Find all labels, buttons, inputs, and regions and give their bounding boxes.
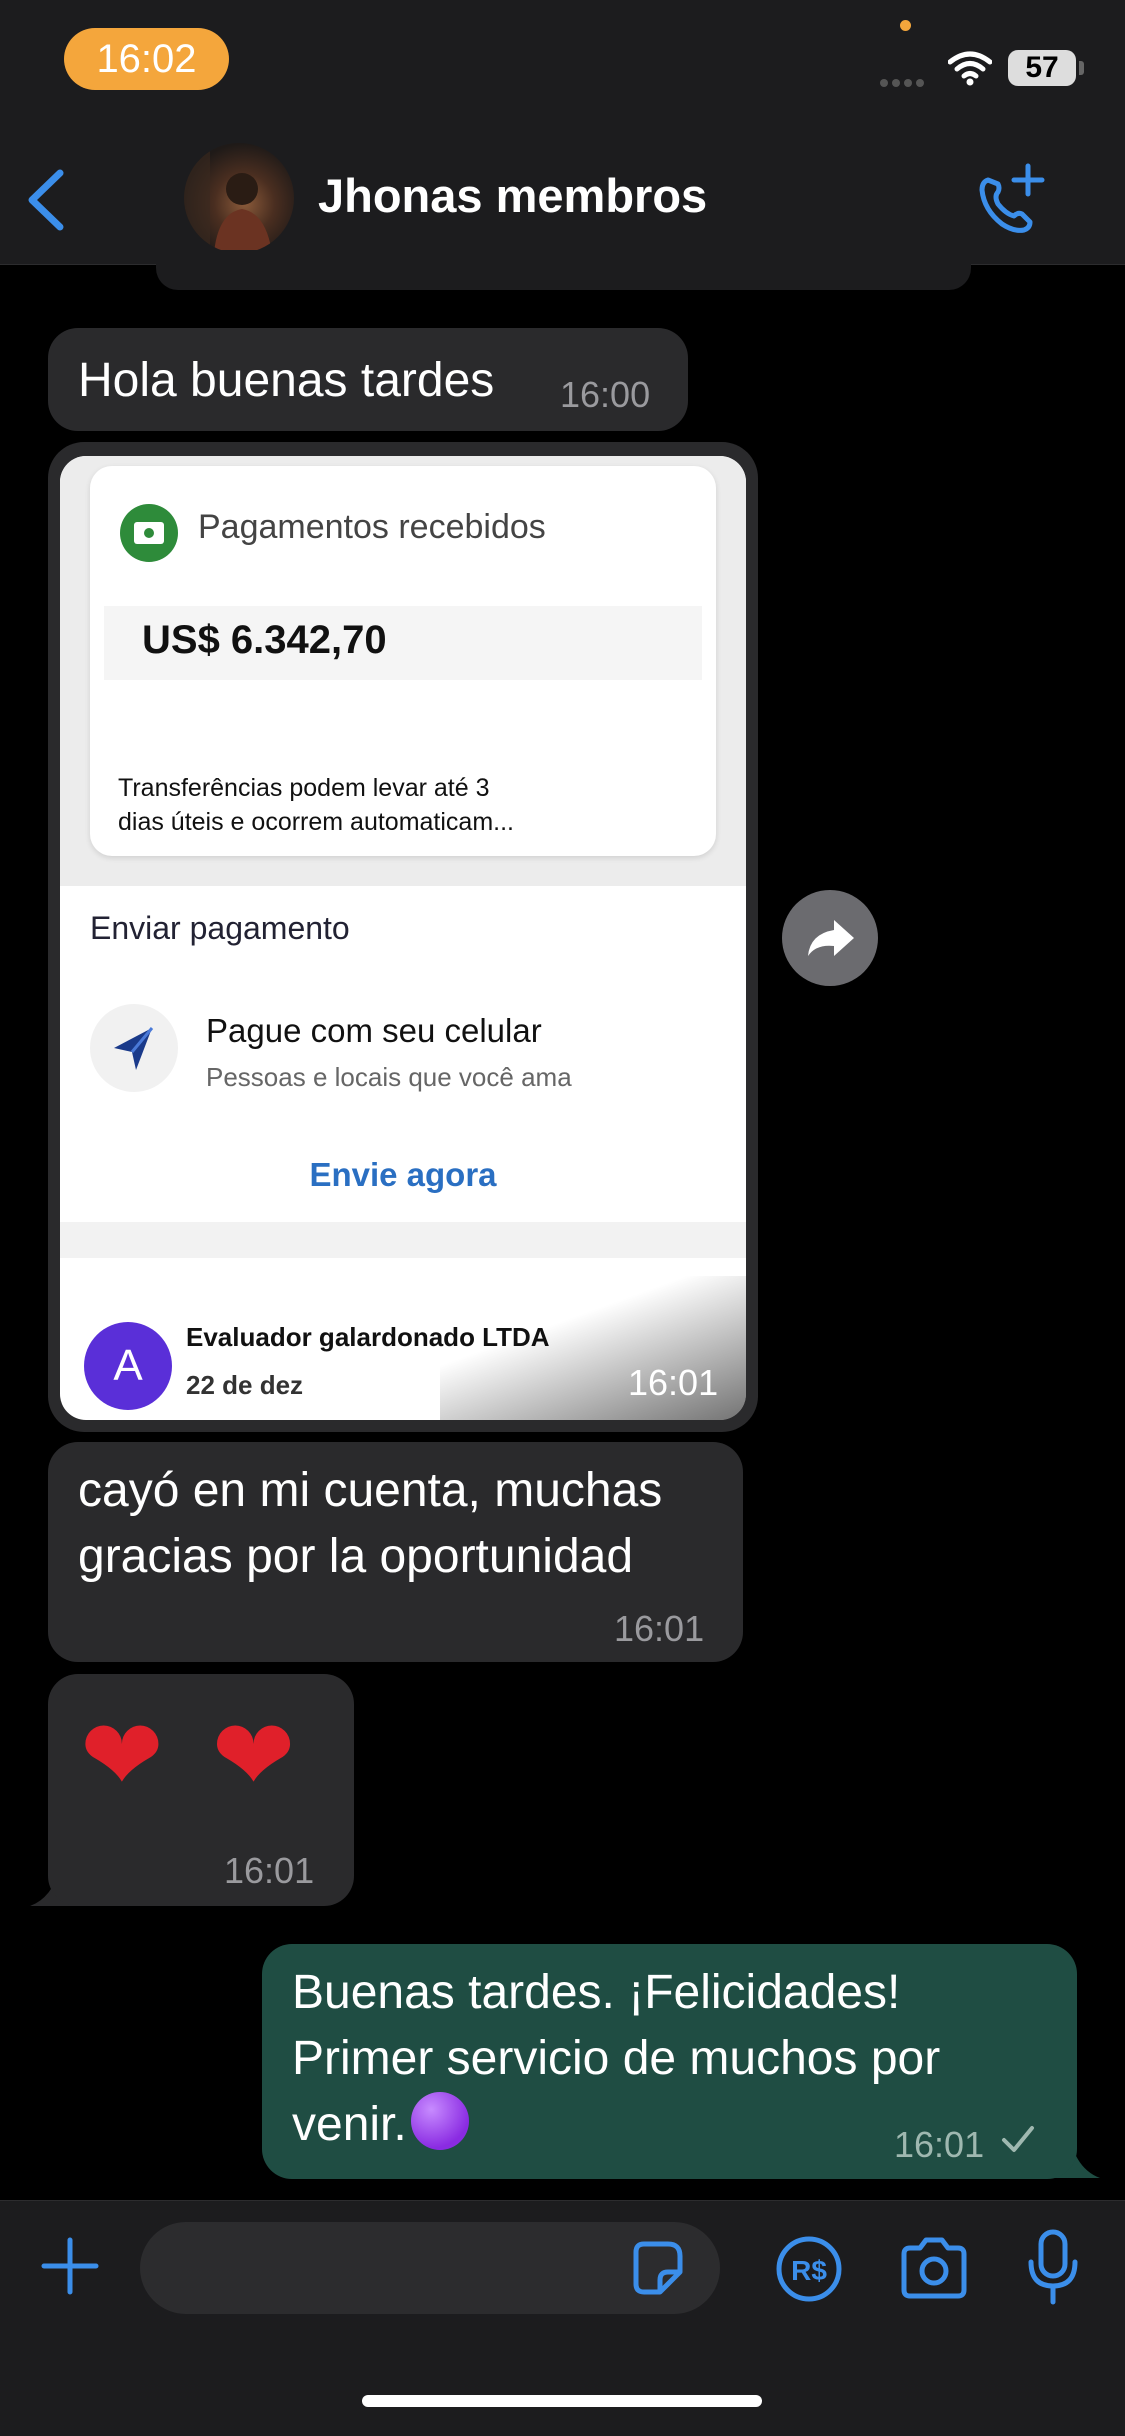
send-arrow-icon (90, 1004, 178, 1092)
received-payments-card: Pagamentos recebidos US$ 6.342,70 Transf… (90, 466, 716, 856)
plus-icon[interactable] (40, 2236, 100, 2296)
wifi-icon (948, 50, 992, 86)
add-call-button[interactable] (970, 160, 1050, 240)
privacy-indicator-dot (900, 20, 911, 31)
send-payment-title: Enviar pagamento (90, 910, 350, 946)
message-text-line: cayó en mi cuenta, muchas (78, 1464, 663, 1517)
message-text-line: Primer servicio de muchos por (292, 2032, 941, 2085)
cellular-signal-icon (880, 74, 928, 92)
card-title: Pagamentos recebidos (198, 508, 546, 546)
checkmark-icon (998, 2120, 1038, 2160)
forward-button[interactable] (782, 890, 878, 986)
message-text: Buenas tardes. ¡Felicidades! Primer serv… (292, 1960, 940, 2158)
transfer-note: Transferências podem levar até 3 dias út… (118, 771, 514, 839)
message-text-line: venir. (292, 2092, 940, 2158)
money-icon (120, 504, 178, 562)
transfer-note-line: Transferências podem levar até 3 (118, 774, 490, 802)
microphone-icon[interactable] (1026, 2228, 1080, 2308)
payment-icon[interactable]: R$ (774, 2234, 844, 2304)
message-text-line: gracias por la oportunidad (78, 1530, 634, 1583)
chat-title[interactable]: Jhonas membros (318, 168, 707, 223)
home-indicator (362, 2395, 762, 2407)
payment-screenshot-image[interactable]: Pagamentos recebidos US$ 6.342,70 Transf… (60, 456, 746, 1420)
message-text: cayó en mi cuenta, muchas gracias por la… (78, 1458, 662, 1590)
message-time: 16:01 (628, 1362, 719, 1403)
sticker-icon[interactable] (626, 2238, 686, 2298)
battery-level: 57 (1008, 50, 1076, 86)
send-now-link: Envie agora (309, 1156, 497, 1193)
pay-with-phone-subtitle: Pessoas e locais que você ama (206, 1062, 572, 1092)
transfer-note-line: dias úteis e ocorrem automaticam... (118, 808, 514, 836)
payee-avatar: A (84, 1322, 172, 1410)
input-divider (0, 2200, 1125, 2201)
message-time: 16:01 (894, 2124, 985, 2165)
previous-message-edge (156, 250, 971, 290)
message-text-fragment: venir. (292, 2098, 407, 2151)
message-time: 16:01 (224, 1850, 315, 1891)
heart-emoji: ❤ ❤ (80, 1700, 306, 1812)
message-time: 16:00 (560, 374, 651, 415)
svg-text:R$: R$ (791, 2255, 827, 2286)
pay-with-phone-title: Pague com seu celular (206, 1012, 542, 1049)
back-button[interactable] (22, 165, 72, 235)
section-separator (60, 1222, 746, 1258)
purple-circle-emoji (410, 2092, 469, 2150)
message-text: Hola buenas tardes (78, 354, 495, 407)
amount: US$ 6.342,70 (142, 618, 387, 662)
message-time: 16:01 (614, 1608, 705, 1649)
status-time: 16:02 (64, 28, 229, 90)
message-text-line: Buenas tardes. ¡Felicidades! (292, 1966, 901, 2019)
battery-icon (1079, 61, 1084, 75)
payee-date: 22 de dez (186, 1370, 304, 1400)
camera-icon[interactable] (896, 2234, 972, 2304)
group-avatar[interactable] (184, 143, 294, 253)
